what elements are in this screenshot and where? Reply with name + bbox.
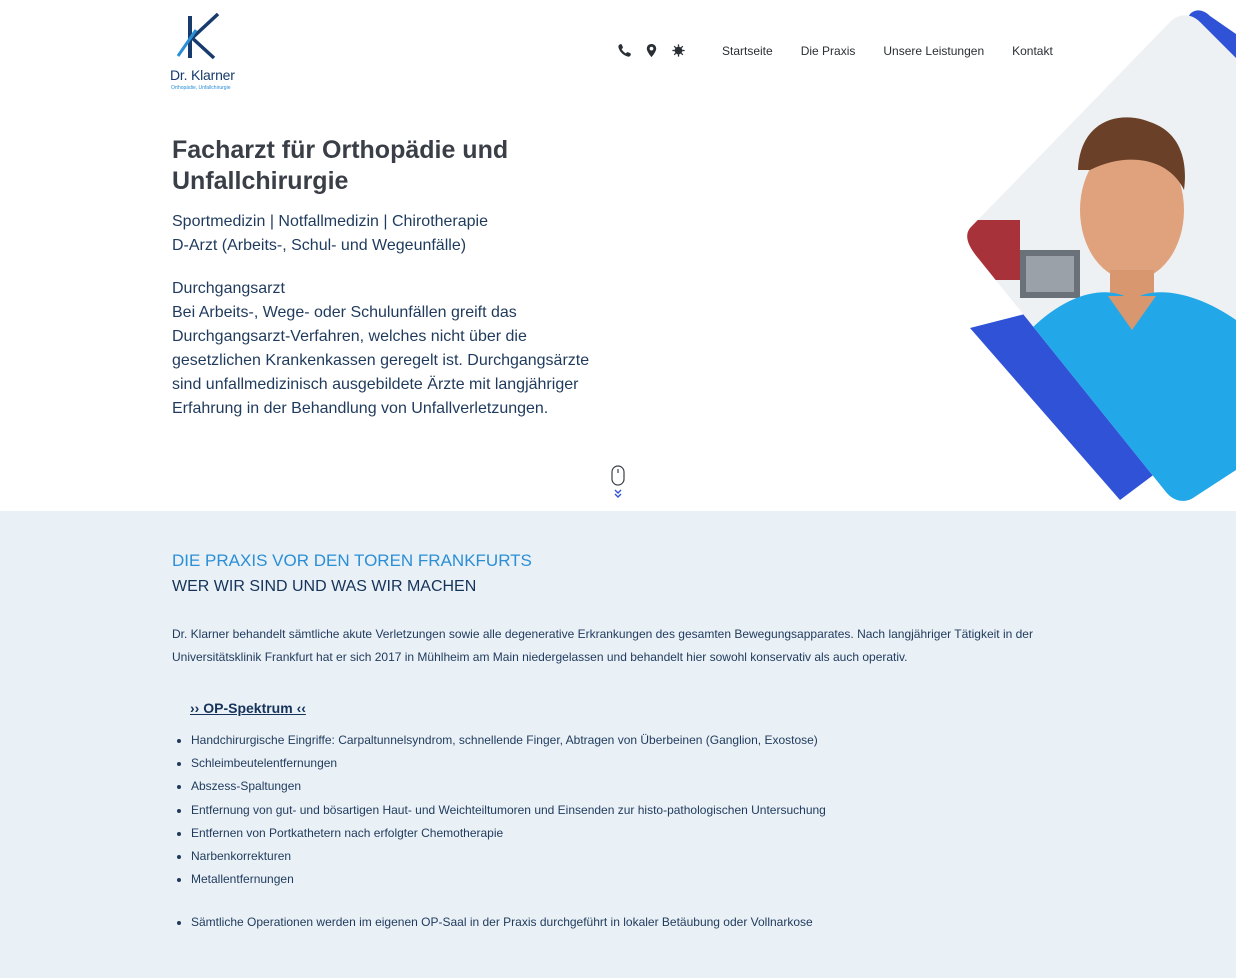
op-spectrum-list: Handchirurgische Eingriffe: Carpaltunnel…	[172, 729, 1122, 891]
list-item: Metallentfernungen	[172, 868, 1122, 891]
list-item: Handchirurgische Eingriffe: Carpaltunnel…	[172, 729, 1122, 752]
logo-subtitle: Orthopädie, Unfallchirurgie	[171, 85, 231, 91]
logo-k-mark-icon	[176, 12, 220, 60]
op-note-item: Sämtliche Operationen werden im eigenen …	[172, 911, 813, 934]
hero-title: Facharzt für Orthopädie und Unfallchirur…	[172, 136, 509, 195]
list-item: Entfernen von Portkathetern nach erfolgt…	[172, 822, 1122, 845]
hero-specialties-line: Sportmedizin | Notfallmedizin | Chirothe…	[172, 213, 489, 230]
hero-d-arzt-line: D-Arzt (Arbeits-, Schul- und Wegeunfälle…	[172, 237, 467, 254]
covid-virus-icon[interactable]	[671, 43, 686, 58]
list-item: Abszess-Spaltungen	[172, 775, 1122, 798]
hero-body: Durchgangsarzt Bei Arbeits-, Wege- oder …	[172, 277, 592, 421]
hero-body-text: Bei Arbeits-, Wege- oder Schulunfällen g…	[172, 304, 590, 417]
logo-name: Dr. Klarner	[170, 67, 235, 83]
site-logo[interactable]: Dr. Klarner Orthopädie, Unfallchirurgie	[170, 10, 250, 94]
phone-icon[interactable]	[617, 43, 632, 58]
scroll-down-mouse-icon[interactable]	[610, 465, 626, 501]
hero-body-heading: Durchgangsarzt	[172, 280, 285, 297]
practice-subheading: WER WIR SIND UND WAS WIR MACHEN	[172, 578, 477, 595]
hero-specialties: Sportmedizin | Notfallmedizin | Chirothe…	[172, 210, 488, 258]
practice-heading: DIE PRAXIS VOR DEN TOREN FRANKFURTS	[172, 551, 532, 570]
nav-startseite[interactable]: Startseite	[722, 44, 773, 58]
location-pin-icon[interactable]	[644, 43, 659, 58]
list-item: Schleimbeutelentfernungen	[172, 752, 1122, 775]
op-note-list: Sämtliche Operationen werden im eigenen …	[172, 911, 813, 934]
list-item: Entfernung von gut- und bösartigen Haut-…	[172, 799, 1122, 822]
practice-description: Dr. Klarner behandelt sämtliche akute Ve…	[172, 627, 1033, 664]
nav-die-praxis[interactable]: Die Praxis	[801, 44, 856, 58]
practice-section: DIE PRAXIS VOR DEN TOREN FRANKFURTS WER …	[0, 511, 1236, 978]
list-item: Narbenkorrekturen	[172, 845, 1122, 868]
header-quick-icons	[617, 43, 686, 58]
doctor-portrait-image	[967, 10, 1236, 501]
op-spektrum-link[interactable]: ›› OP-Spektrum ‹‹	[190, 700, 306, 716]
